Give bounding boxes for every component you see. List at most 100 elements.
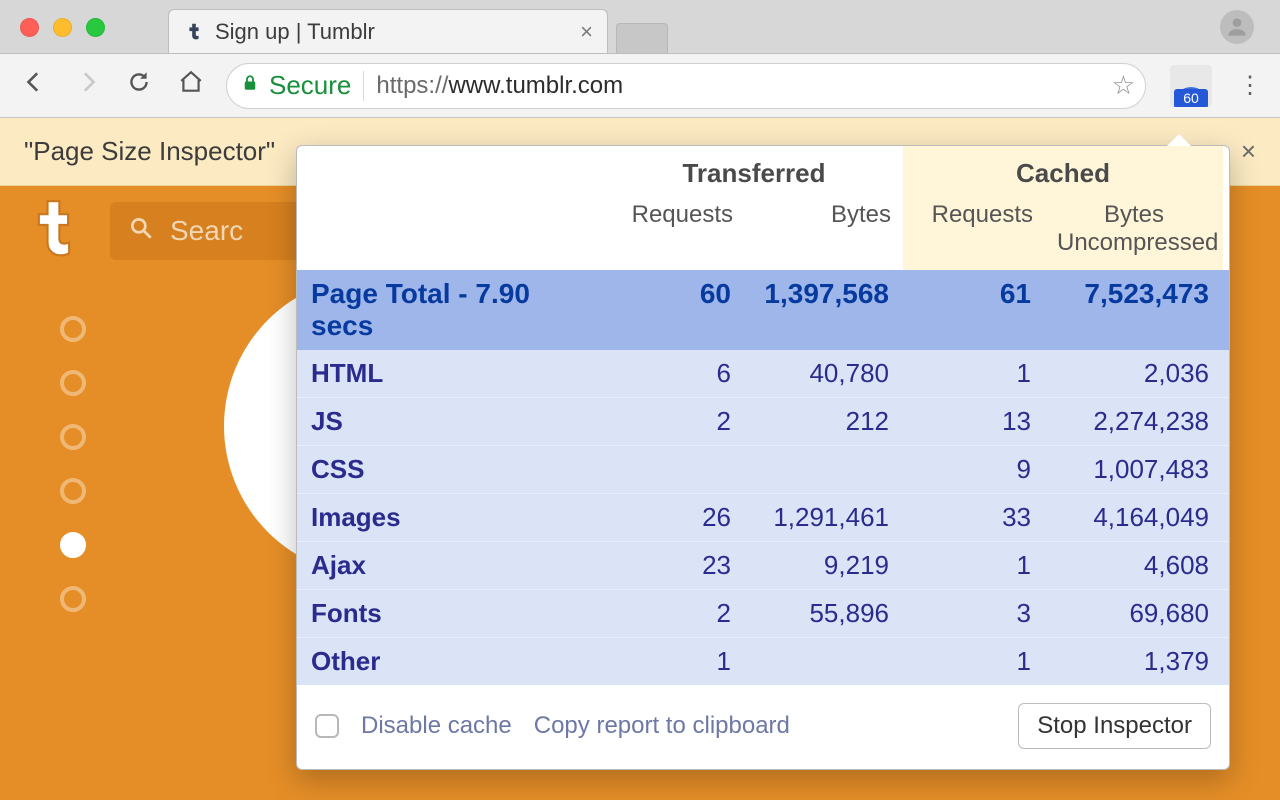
row-c-bytes: 1,379 xyxy=(1045,638,1223,685)
reload-button[interactable] xyxy=(122,69,156,102)
disable-cache-label[interactable]: Disable cache xyxy=(361,712,512,740)
new-tab-button[interactable] xyxy=(616,23,668,53)
total-label: Page Total - 7.90 secs xyxy=(297,270,605,350)
notification-text: "Page Size Inspector" xyxy=(24,136,275,167)
profile-button[interactable] xyxy=(1220,10,1254,44)
nav-dot[interactable] xyxy=(60,370,86,396)
tumblr-logo-icon[interactable] xyxy=(28,199,80,263)
tumblr-favicon-icon xyxy=(183,21,205,43)
row-c-requests: 13 xyxy=(903,398,1045,445)
browser-tab[interactable]: Sign up | Tumblr × xyxy=(168,9,608,53)
col-transferred-bytes: Bytes xyxy=(745,195,903,270)
row-c-bytes: 69,680 xyxy=(1045,590,1223,637)
row-label: HTML xyxy=(297,350,605,397)
col-transferred-requests: Requests xyxy=(605,195,745,270)
row-c-requests: 33 xyxy=(903,494,1045,541)
inspector-total-row: Page Total - 7.90 secs 60 1,397,568 61 7… xyxy=(297,270,1229,350)
inspector-row: Fonts255,896369,680 xyxy=(297,589,1229,637)
address-bar[interactable]: Secure https:// www.tumblr.com ☆ xyxy=(226,63,1146,109)
row-t-bytes xyxy=(745,638,903,685)
group-transferred: Transferred xyxy=(605,146,903,195)
row-c-requests: 1 xyxy=(903,638,1045,685)
row-label: Other xyxy=(297,638,605,685)
row-c-requests: 3 xyxy=(903,590,1045,637)
separator xyxy=(363,71,364,101)
row-c-requests: 1 xyxy=(903,542,1045,589)
row-c-bytes: 4,608 xyxy=(1045,542,1223,589)
tumblr-nav-dots xyxy=(60,316,86,612)
total-t-bytes: 1,397,568 xyxy=(745,270,903,350)
row-c-bytes: 1,007,483 xyxy=(1045,446,1223,493)
inspector-row: Ajax239,21914,608 xyxy=(297,541,1229,589)
nav-dot[interactable] xyxy=(60,586,86,612)
row-c-requests: 1 xyxy=(903,350,1045,397)
inspector-row: JS2212132,274,238 xyxy=(297,397,1229,445)
row-c-bytes: 2,274,238 xyxy=(1045,398,1223,445)
bookmark-star-icon[interactable]: ☆ xyxy=(1102,70,1135,101)
nav-dot[interactable] xyxy=(60,478,86,504)
disable-cache-checkbox[interactable] xyxy=(315,714,339,738)
row-t-bytes: 1,291,461 xyxy=(745,494,903,541)
notification-close-icon[interactable]: × xyxy=(1241,136,1256,167)
tab-close-icon[interactable]: × xyxy=(580,19,593,45)
inspector-row: Images261,291,461334,164,049 xyxy=(297,493,1229,541)
row-t-requests: 23 xyxy=(605,542,745,589)
nav-dot-active[interactable] xyxy=(60,532,86,558)
row-label: CSS xyxy=(297,446,605,493)
row-label: JS xyxy=(297,398,605,445)
chrome-menu-button[interactable]: ⋮ xyxy=(1238,71,1262,100)
extension-badge: 60 xyxy=(1174,89,1208,107)
inspector-subheaders: Requests Bytes Requests Bytes Uncompress… xyxy=(297,195,1229,270)
window-controls xyxy=(20,18,105,37)
search-placeholder: Searc xyxy=(170,215,243,247)
col-cached-bytes-uncompressed: Bytes Uncompressed xyxy=(1045,195,1223,270)
row-t-bytes: 9,219 xyxy=(745,542,903,589)
titlebar: Sign up | Tumblr × xyxy=(0,0,1280,54)
nav-dot[interactable] xyxy=(60,316,86,342)
toolbar: Secure https:// www.tumblr.com ☆ 60 ⋮ xyxy=(0,54,1280,118)
inspector-row: Other111,379 xyxy=(297,637,1229,685)
page-size-inspector-extension-button[interactable]: 60 xyxy=(1170,65,1212,107)
inspector-row: CSS 91,007,483 xyxy=(297,445,1229,493)
total-t-requests: 60 xyxy=(605,270,745,350)
inspector-header-groups: Transferred Cached xyxy=(297,146,1229,195)
row-t-requests: 26 xyxy=(605,494,745,541)
url-host: www.tumblr.com xyxy=(448,72,623,100)
row-c-bytes: 2,036 xyxy=(1045,350,1223,397)
row-t-requests: 2 xyxy=(605,398,745,445)
home-button[interactable] xyxy=(174,69,208,102)
search-icon xyxy=(128,215,154,248)
window-zoom-button[interactable] xyxy=(86,18,105,37)
total-c-bytes: 7,523,473 xyxy=(1045,270,1223,350)
row-t-requests: 6 xyxy=(605,350,745,397)
col-cached-requests: Requests xyxy=(903,195,1045,270)
row-t-bytes: 55,896 xyxy=(745,590,903,637)
row-c-bytes: 4,164,049 xyxy=(1045,494,1223,541)
row-label: Ajax xyxy=(297,542,605,589)
row-t-requests: 2 xyxy=(605,590,745,637)
tabstrip: Sign up | Tumblr × xyxy=(168,9,668,53)
forward-button[interactable] xyxy=(70,69,104,102)
window-close-button[interactable] xyxy=(20,18,39,37)
lock-icon xyxy=(241,73,259,99)
row-label: Images xyxy=(297,494,605,541)
stop-inspector-button[interactable]: Stop Inspector xyxy=(1018,703,1211,749)
copy-report-link[interactable]: Copy report to clipboard xyxy=(534,712,790,740)
window-minimize-button[interactable] xyxy=(53,18,72,37)
secure-label: Secure xyxy=(269,70,351,101)
row-t-requests: 1 xyxy=(605,638,745,685)
total-c-requests: 61 xyxy=(903,270,1045,350)
row-t-bytes xyxy=(745,446,903,493)
row-label: Fonts xyxy=(297,590,605,637)
browser-window: Sign up | Tumblr × Secure http xyxy=(0,0,1280,800)
url-protocol: https:// xyxy=(376,72,448,100)
row-t-bytes: 40,780 xyxy=(745,350,903,397)
row-t-bytes: 212 xyxy=(745,398,903,445)
group-cached: Cached xyxy=(903,146,1223,195)
tab-title: Sign up | Tumblr xyxy=(215,19,572,45)
back-button[interactable] xyxy=(18,69,52,102)
nav-dot[interactable] xyxy=(60,424,86,450)
row-t-requests xyxy=(605,446,745,493)
row-c-requests: 9 xyxy=(903,446,1045,493)
inspector-popup: Transferred Cached Requests Bytes Reques… xyxy=(296,145,1230,770)
